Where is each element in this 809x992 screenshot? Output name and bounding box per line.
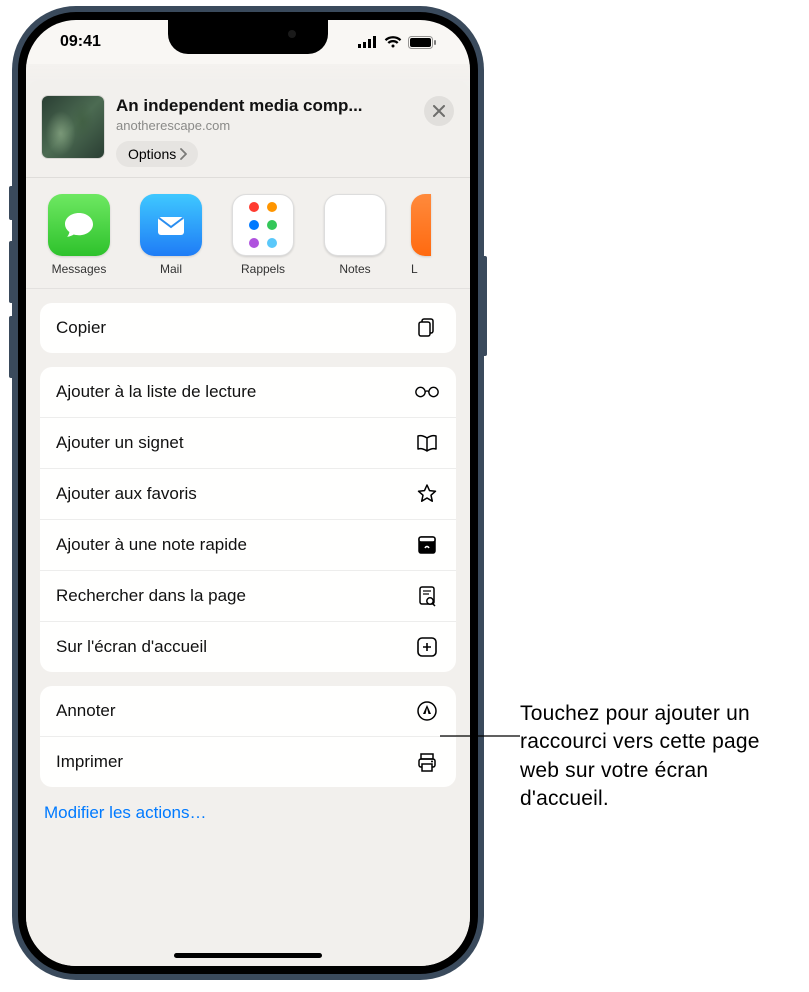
- volume-up-button: [9, 241, 13, 303]
- find-on-page-icon: [414, 585, 440, 607]
- action-print[interactable]: Imprimer: [40, 736, 456, 787]
- action-quick-note[interactable]: Ajouter à une note rapide: [40, 519, 456, 570]
- share-sheet-header: An independent media comp... anotheresca…: [26, 80, 470, 178]
- close-button[interactable]: [424, 96, 454, 126]
- quick-note-icon: [414, 534, 440, 556]
- action-label: Ajouter à la liste de lecture: [56, 382, 256, 402]
- book-icon: [414, 432, 440, 454]
- battery-icon: [408, 36, 436, 49]
- markup-icon: [414, 700, 440, 722]
- action-label: Ajouter un signet: [56, 433, 184, 453]
- copy-icon: [414, 317, 440, 339]
- partial-app-icon: [411, 194, 431, 256]
- share-app-messages[interactable]: Messages: [44, 194, 114, 276]
- print-icon: [414, 751, 440, 773]
- close-icon: [433, 105, 445, 117]
- action-copy[interactable]: Copier: [40, 303, 456, 353]
- power-button: [483, 256, 487, 356]
- action-markup[interactable]: Annoter: [40, 686, 456, 736]
- action-favorites[interactable]: Ajouter aux favoris: [40, 468, 456, 519]
- page-thumbnail: [42, 96, 104, 158]
- callout-text: Touchez pour ajouter un raccourci vers c…: [520, 700, 800, 813]
- wifi-icon: [384, 36, 402, 48]
- share-app-mail[interactable]: Mail: [136, 194, 206, 276]
- notes-icon: [324, 194, 386, 256]
- action-label: Imprimer: [56, 752, 123, 772]
- action-label: Copier: [56, 318, 106, 338]
- action-group-system: Annoter Imprimer: [40, 686, 456, 787]
- app-label: Rappels: [241, 262, 285, 276]
- notch: [168, 20, 328, 54]
- add-to-home-screen-icon: [414, 636, 440, 658]
- share-app-partial[interactable]: L: [406, 194, 436, 276]
- callout-leader-line: [440, 734, 520, 738]
- action-group-safari: Ajouter à la liste de lecture Ajouter un…: [40, 367, 456, 672]
- action-label: Annoter: [56, 701, 116, 721]
- action-find-on-page[interactable]: Rechercher dans la page: [40, 570, 456, 621]
- share-app-notes[interactable]: Notes: [320, 194, 390, 276]
- action-label: Sur l'écran d'accueil: [56, 637, 207, 657]
- reminders-icon: [232, 194, 294, 256]
- share-apps-row[interactable]: Messages Mail: [26, 178, 470, 289]
- chevron-right-icon: [178, 148, 188, 160]
- action-reading-list[interactable]: Ajouter à la liste de lecture: [40, 367, 456, 417]
- options-button[interactable]: Options: [116, 141, 198, 167]
- action-label: Ajouter à une note rapide: [56, 535, 247, 555]
- share-title: An independent media comp...: [116, 96, 412, 116]
- side-button: [9, 186, 13, 220]
- glasses-icon: [414, 381, 440, 403]
- action-label: Ajouter aux favoris: [56, 484, 197, 504]
- action-label: Rechercher dans la page: [56, 586, 246, 606]
- action-add-to-home-screen[interactable]: Sur l'écran d'accueil: [40, 621, 456, 672]
- star-icon: [414, 483, 440, 505]
- share-sheet: An independent media comp... anotheresca…: [26, 80, 470, 966]
- messages-icon: [48, 194, 110, 256]
- iphone-device: 09:41: [12, 6, 484, 980]
- app-label: Mail: [160, 262, 182, 276]
- app-label: L: [411, 262, 431, 276]
- front-camera: [288, 30, 296, 38]
- app-label: Notes: [339, 262, 370, 276]
- edit-actions-link[interactable]: Modifier les actions…: [40, 801, 456, 825]
- volume-down-button: [9, 316, 13, 378]
- actions-scroll[interactable]: Copier Ajouter à la liste de lecture: [26, 289, 470, 966]
- cellular-icon: [358, 36, 378, 48]
- share-subtitle: anotherescape.com: [116, 118, 412, 133]
- share-app-reminders[interactable]: Rappels: [228, 194, 298, 276]
- action-bookmark[interactable]: Ajouter un signet: [40, 417, 456, 468]
- home-indicator[interactable]: [174, 953, 322, 958]
- action-group-copy: Copier: [40, 303, 456, 353]
- options-label: Options: [128, 146, 176, 162]
- status-time: 09:41: [60, 33, 101, 51]
- app-label: Messages: [52, 262, 107, 276]
- mail-icon: [140, 194, 202, 256]
